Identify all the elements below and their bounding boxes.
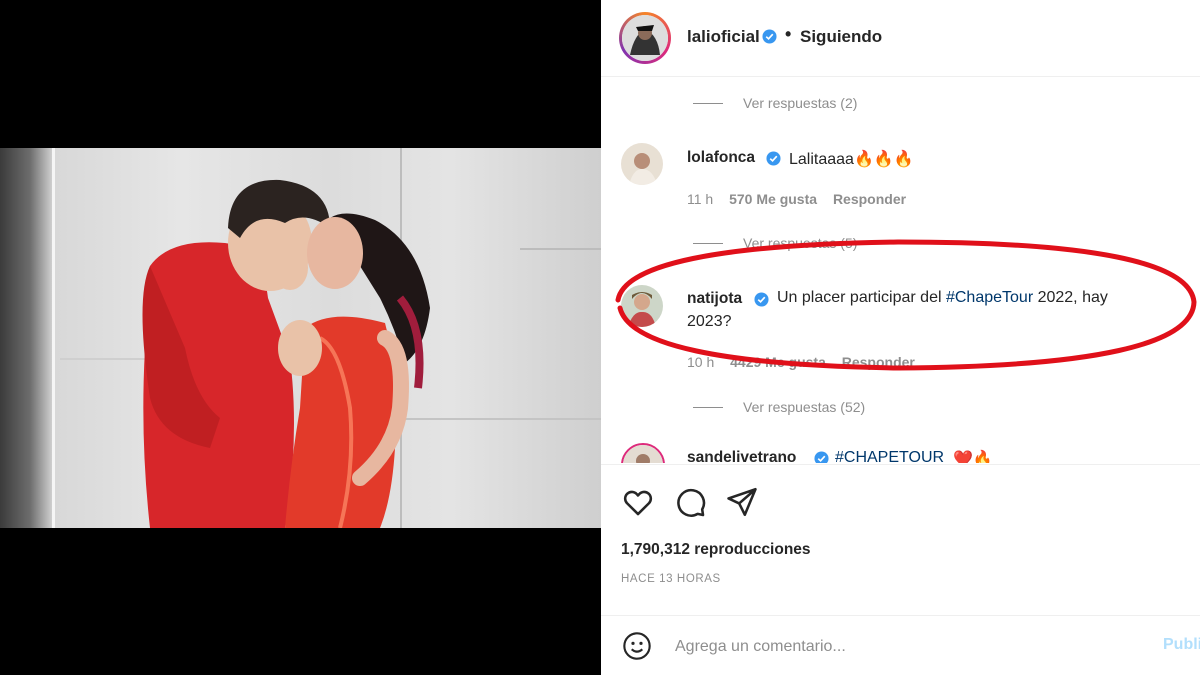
comment-meta: 11 h 570 Me gusta Responder: [687, 191, 906, 207]
verified-icon: [762, 29, 777, 44]
hashtag-link[interactable]: #ChapeTour: [946, 289, 1033, 306]
replies-line: [693, 102, 723, 104]
avatar: [621, 143, 663, 185]
comment-input[interactable]: [673, 630, 1147, 664]
post-actions: 1,790,312 reproducciones HACE 13 HORAS P…: [601, 464, 1200, 675]
following-button[interactable]: Siguiendo: [800, 27, 882, 47]
verified-icon: [766, 151, 781, 166]
avatar: [623, 445, 663, 463]
replies-line: [693, 406, 723, 408]
comment-avatar-sandelivetrano[interactable]: [621, 443, 665, 463]
share-icon[interactable]: [725, 485, 759, 519]
emoji-icon[interactable]: [621, 630, 653, 662]
comment-emoji: ❤️🔥: [953, 451, 993, 463]
comment-text-line2: 2023?: [687, 313, 732, 330]
comment-username[interactable]: sandelivetrano: [687, 449, 796, 463]
comment-avatar-natijota[interactable]: [621, 285, 663, 327]
comment-likes[interactable]: 4429 Me gusta: [730, 354, 826, 370]
view-replies-label: Ver respuestas (5): [743, 235, 858, 251]
comments-list[interactable]: Ver respuestas (2) lolafonca Lalitaaaa🔥🔥…: [601, 77, 1200, 463]
comment-meta: 10 h 4429 Me gusta Responder: [687, 354, 915, 370]
publish-button[interactable]: Publicar: [1163, 636, 1200, 654]
separator-dot: •: [785, 24, 792, 44]
owner-username[interactable]: lalioficial: [687, 27, 760, 47]
view-count[interactable]: 1,790,312 reproducciones: [621, 541, 811, 559]
avatar: [621, 285, 663, 327]
comment-bar: Publicar: [601, 615, 1200, 675]
replies-line: [693, 242, 723, 244]
comment-text: Lalitaaaa🔥🔥🔥: [789, 151, 914, 168]
comment-username[interactable]: natijota: [687, 290, 742, 308]
view-replies-label: Ver respuestas (52): [743, 399, 866, 415]
comment-time[interactable]: 10 h: [687, 354, 714, 370]
comment-avatar-lolafonca[interactable]: [621, 143, 663, 185]
view-replies-label: Ver respuestas (2): [743, 95, 858, 111]
comment-likes[interactable]: 570 Me gusta: [729, 191, 817, 207]
hashtag-link[interactable]: #CHAPETOUR: [835, 449, 944, 463]
post-panel: lalioficial • Siguiendo Ver respuestas (…: [601, 0, 1200, 675]
reply-button[interactable]: Responder: [842, 354, 915, 370]
owner-avatar[interactable]: [622, 15, 668, 61]
heart-icon[interactable]: [621, 485, 655, 519]
reply-button[interactable]: Responder: [833, 191, 906, 207]
view-replies-button[interactable]: Ver respuestas (2): [693, 95, 857, 111]
video-frame: [52, 148, 601, 528]
verified-icon: [754, 292, 769, 307]
post-header: lalioficial • Siguiendo: [601, 0, 1200, 77]
post-time: HACE 13 HORAS: [621, 573, 721, 585]
verified-icon: [814, 451, 829, 463]
comment-icon[interactable]: [673, 485, 707, 519]
view-replies-button[interactable]: Ver respuestas (5): [693, 235, 857, 251]
comment-text-part: Un placer participar del: [777, 289, 946, 306]
video-player[interactable]: [0, 148, 601, 528]
comment-username[interactable]: lolafonca: [687, 149, 755, 167]
owner-avatar-ring[interactable]: [619, 12, 671, 64]
comment-time[interactable]: 11 h: [687, 191, 713, 207]
view-replies-button[interactable]: Ver respuestas (52): [693, 399, 865, 415]
media-pane: [0, 0, 601, 675]
comment-text-part: 2022, hay: [1033, 289, 1108, 306]
comment-text: Un placer participar del #ChapeTour 2022…: [777, 289, 1117, 307]
owner-avatar-image: [622, 15, 668, 61]
